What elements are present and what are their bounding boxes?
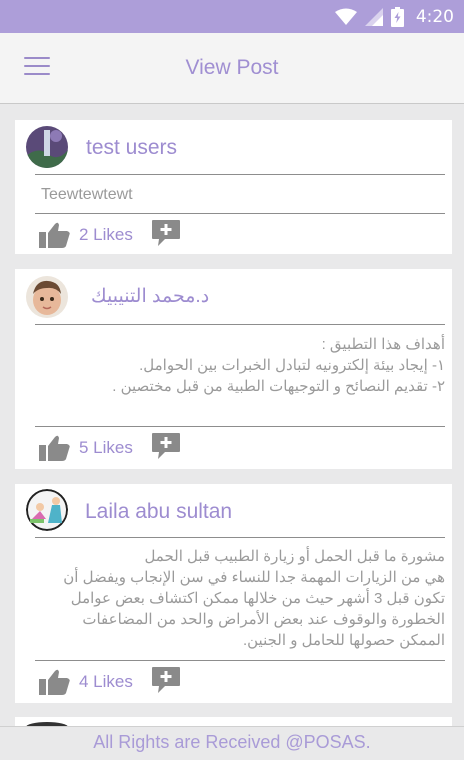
post-card: د.محمد التنيبيك أهداف هذا التطبيق : ١- إ… — [15, 269, 452, 469]
post-body: Teewtewtewt — [41, 186, 133, 203]
post-header[interactable]: د.محمد التنيبيك — [15, 269, 452, 324]
divider — [35, 174, 445, 175]
post-body-line: الخطورة والوقوف عند بعض الأمراض والحد من… — [82, 611, 445, 628]
post-actions: 2 Likes — [15, 217, 452, 257]
battery-icon — [390, 6, 404, 27]
status-icons: 4:20 — [334, 6, 454, 27]
post-body-line: ١- إيجاد بيئة إلكترونيه لتبادل الخبرات ب… — [139, 357, 445, 374]
divider — [35, 426, 445, 427]
post-author[interactable]: test users — [86, 136, 177, 160]
add-comment-button[interactable] — [151, 219, 181, 251]
post-body: مشورة ما قبل الحمل أو زيارة الطبيب قبل ا… — [41, 546, 445, 651]
app-bar: View Post — [0, 33, 464, 104]
status-time: 4:20 — [415, 6, 454, 27]
post-card: Laila abu sultan مشورة ما قبل الحمل أو ز… — [15, 484, 452, 703]
thumbs-up-icon — [39, 669, 70, 695]
like-button[interactable]: 2 Likes — [39, 221, 133, 249]
wifi-icon — [334, 8, 357, 25]
like-button[interactable]: 5 Likes — [39, 434, 133, 462]
like-count: 5 Likes — [79, 438, 133, 457]
post-header[interactable]: test users — [15, 120, 452, 175]
post-author[interactable]: د.محمد التنيبيك — [91, 285, 209, 308]
post-feed[interactable]: test users Teewtewtewt 2 Likes د.محمد ال… — [0, 104, 464, 726]
post-body-line: هي من الزيارات المهمة جدا للنساء في سن ا… — [63, 569, 445, 586]
like-button[interactable]: 4 Likes — [39, 668, 133, 696]
divider — [35, 660, 445, 661]
avatar — [26, 276, 68, 318]
footer: All Rights are Received @POSAS. — [0, 726, 464, 760]
post-author[interactable]: Laila abu sultan — [85, 500, 232, 524]
page-title: View Post — [185, 56, 279, 79]
avatar — [26, 489, 68, 531]
like-count: 4 Likes — [79, 672, 133, 691]
divider — [35, 324, 445, 325]
add-comment-button[interactable] — [151, 432, 181, 464]
add-comment-icon — [152, 667, 180, 693]
post-body-line: الممكن حصولها للحامل و الجنين. — [242, 632, 445, 649]
post-actions: 4 Likes — [15, 664, 452, 704]
post-actions: 5 Likes — [15, 430, 452, 470]
add-comment-icon — [152, 433, 180, 459]
add-comment-icon — [152, 220, 180, 246]
add-comment-button[interactable] — [151, 666, 181, 698]
status-bar: 4:20 — [0, 0, 464, 33]
thumbs-up-icon — [39, 435, 70, 461]
post-body-line: أهداف هذا التطبيق : — [321, 336, 445, 353]
post-body: أهداف هذا التطبيق : ١- إيجاد بيئة إلكترو… — [41, 334, 445, 397]
divider — [35, 537, 445, 538]
post-header[interactable]: Laila abu sultan — [15, 484, 452, 539]
post-body-line: ٢- تقديم النصائح و التوجيهات الطبية من ق… — [112, 378, 445, 395]
thumbs-up-icon — [39, 222, 70, 248]
post-body-line: تكون قبل 3 أشهر حيث من خلالها ممكن اكتشا… — [70, 590, 445, 607]
like-count: 2 Likes — [79, 225, 133, 244]
post-card — [15, 717, 452, 726]
signal-icon — [364, 7, 383, 26]
post-body-line: مشورة ما قبل الحمل أو زيارة الطبيب قبل ا… — [144, 548, 445, 565]
divider — [35, 213, 445, 214]
avatar — [26, 126, 68, 168]
post-card: test users Teewtewtewt 2 Likes — [15, 120, 452, 254]
